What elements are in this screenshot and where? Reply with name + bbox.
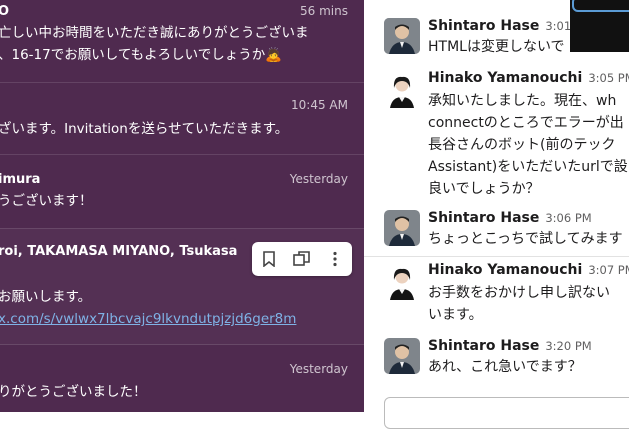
conversation-list: O 56 mins 亡しい中お時間をいただき誠にありがとうございま 、16-17… [0, 0, 364, 412]
message-text: 長谷さんのボット(前のテック [428, 137, 616, 153]
message-text: ちょっとこっちで試してみます [428, 231, 623, 247]
message-text: ざいます。Invitationを送らせていただきます。 [0, 121, 289, 137]
message: Shintaro Hase 3:20 PM あれ、これ急いでます？ [364, 334, 629, 382]
timestamp: Yesterday [289, 172, 348, 186]
message-actions-toolbar [252, 242, 352, 276]
message-text: 、16-17でお願いしてもよろしいでしょうか🙇 [0, 47, 283, 63]
focus-outline [572, 0, 629, 12]
avatar[interactable] [384, 72, 420, 108]
message-text: います。 [428, 307, 483, 323]
avatar[interactable] [384, 210, 420, 246]
sender-name: O [0, 4, 10, 19]
message-text: 良いでしょうか？ [428, 181, 540, 197]
copy-icon[interactable] [290, 247, 314, 271]
timestamp: 3:06 PM [545, 211, 592, 225]
avatar[interactable] [384, 264, 420, 300]
sender-name: Shintaro Hase 3:06 PM [428, 210, 592, 226]
sender-name: roi, TAKAMASA MIYANO, Tsukasa [0, 244, 238, 259]
message-text: 亡しい中お時間をいただき誠にありがとうございま [0, 25, 309, 41]
avatar[interactable] [384, 18, 420, 54]
bookmark-icon[interactable] [257, 247, 281, 271]
message-text: 承知いたしました。現在、wh [428, 93, 617, 109]
timestamp: 3:05 PM [588, 71, 629, 85]
message-text: お願いします。 [0, 289, 92, 305]
sender-name: imura [0, 172, 41, 187]
timestamp: 10:45 AM [291, 98, 348, 112]
message-link[interactable]: x.com/s/vwlwx7lbcvajc9lkvndutpjzjd6ger8m [0, 308, 296, 330]
list-item[interactable]: imura Yesterday うございます！ [0, 154, 364, 229]
timestamp: 3:20 PM [545, 339, 592, 353]
message-text: Assistant)をいただいたurlで設 [428, 159, 628, 175]
sender-name: Hinako Yamanouchi3:05 PM [428, 70, 629, 86]
message-text: あれ、これ急いでます？ [428, 359, 582, 375]
message: Shintaro Hase 3:06 PM ちょっとこっちで試してみます [364, 206, 629, 254]
thread-panel: Shintaro Hase 3:01 PM HTMLは変更しないで Hinako … [364, 0, 629, 412]
timestamp: 56 mins [300, 4, 348, 18]
sender-name: Shintaro Hase 3:20 PM [428, 338, 592, 354]
list-item[interactable]: O 56 mins 亡しい中お時間をいただき誠にありがとうございま 、16-17… [0, 0, 364, 83]
message-composer[interactable] [384, 397, 629, 429]
sender-name: Shintaro Hase 3:01 PM [428, 18, 592, 34]
divider [364, 256, 629, 257]
list-item[interactable]: 10:45 AM ざいます。Invitationを送らせていただきます。 [0, 82, 364, 155]
message-text: りがとうございました！ [0, 384, 147, 400]
message: Hinako Yamanouchi3:05 PM 承知いたしました。現在、wh … [364, 66, 629, 202]
message-text: お手数をおかけし申し訳ない [428, 285, 610, 301]
message-text: connectのところでエラーが出 [428, 115, 624, 131]
timestamp: 3:07 PM [588, 263, 629, 277]
message-text: うございます！ [0, 193, 93, 209]
list-item[interactable]: Yesterday りがとうございました！ [0, 344, 364, 412]
sender-name: Hinako Yamanouchi3:07 PM [428, 262, 629, 278]
timestamp: Yesterday [289, 362, 348, 376]
message-text: HTMLは変更しないで [428, 39, 565, 55]
message: Hinako Yamanouchi3:07 PM お手数をおかけし申し訳ない い… [364, 258, 629, 328]
avatar[interactable] [384, 338, 420, 374]
more-vertical-icon[interactable] [323, 247, 347, 271]
